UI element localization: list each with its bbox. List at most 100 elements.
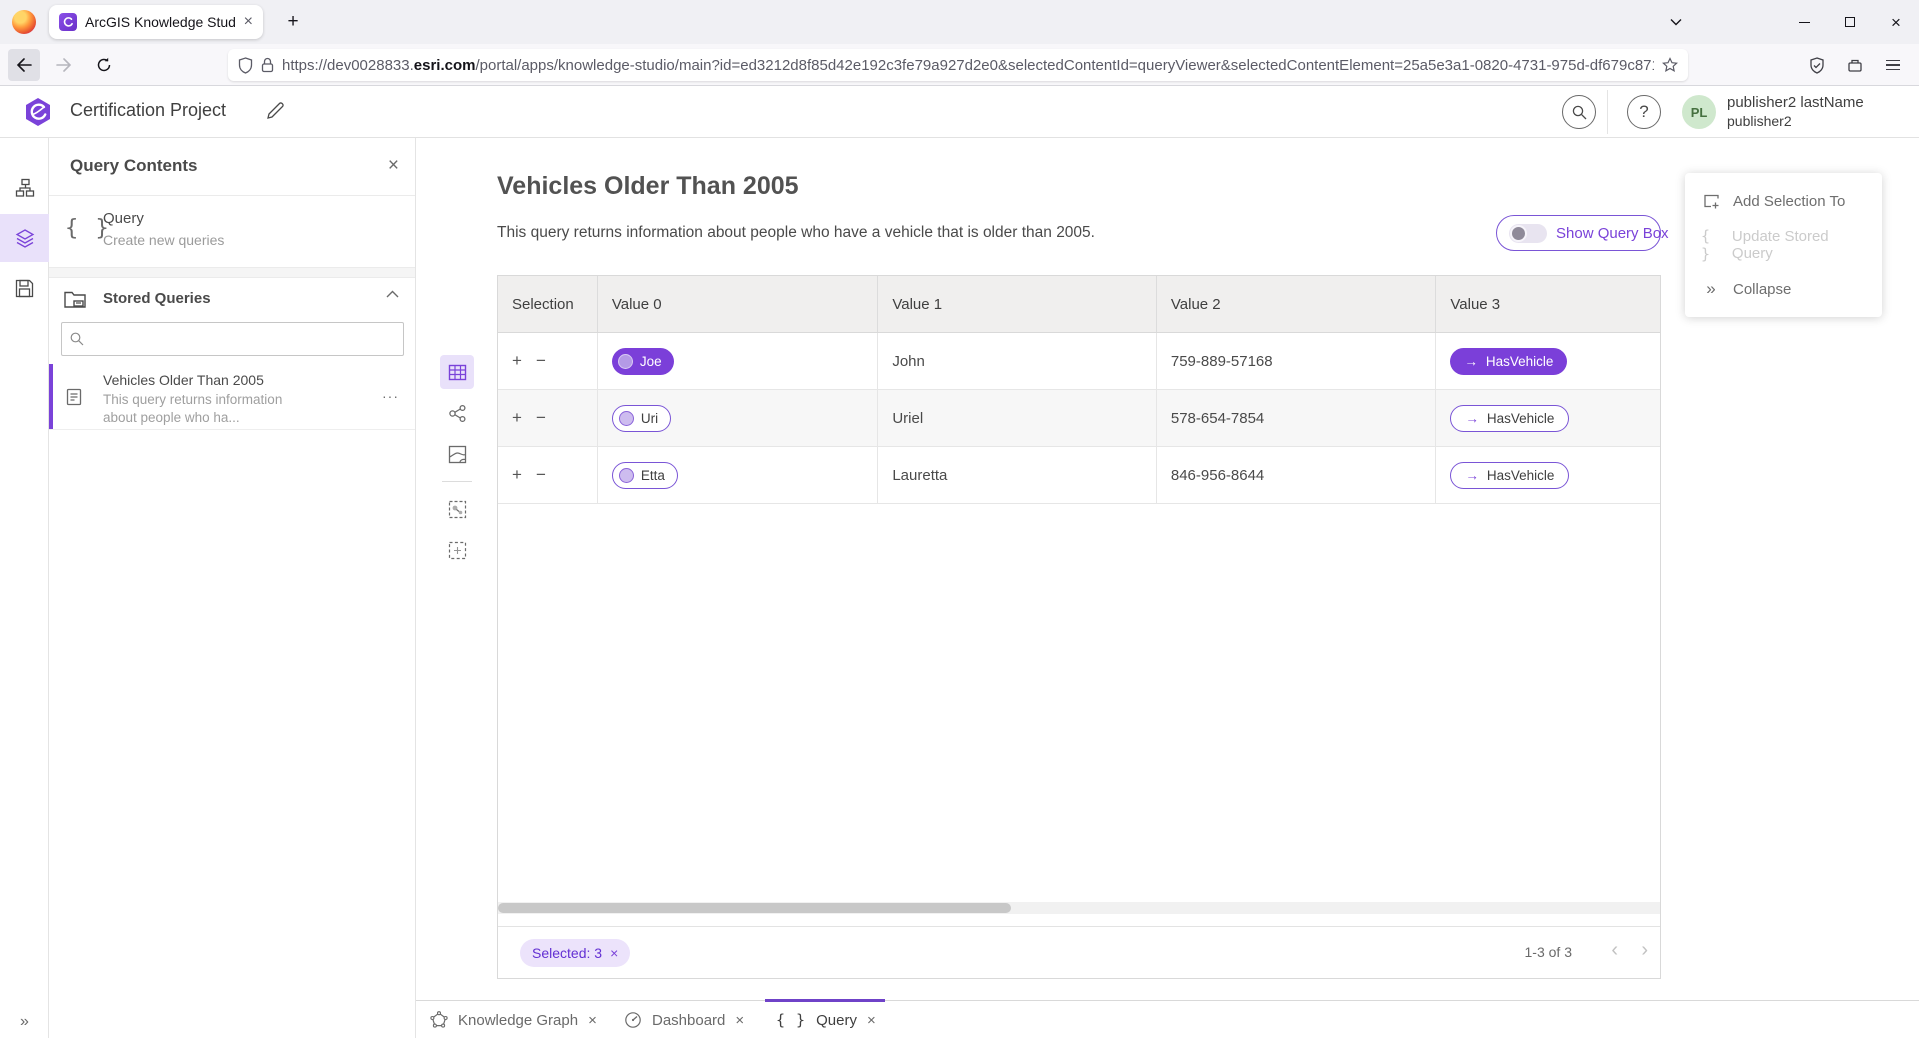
panel-collapse-chevrons[interactable]: » [0,1008,49,1036]
query-item-subtitle: Create new queries [103,232,224,248]
cell-value1[interactable]: Uriel [878,390,1157,446]
stored-query-item[interactable]: Vehicles Older Than 2005 This query retu… [49,364,415,430]
clear-selection-icon[interactable]: × [610,945,618,961]
browser-tab[interactable]: ArcGIS Knowledge Studio × [49,5,263,39]
tab-query[interactable]: { } Query × [776,1001,876,1039]
cell-value2[interactable]: 759-889-57168 [1157,333,1437,389]
chevron-up-icon[interactable] [386,290,399,298]
remove-from-selection-button[interactable]: − [536,465,546,485]
url-bar[interactable]: https://dev0028833.esri.com/portal/apps/… [228,49,1688,81]
menu-item-collapse[interactable]: » Collapse [1685,267,1882,311]
panel-close-icon[interactable]: × [388,155,399,177]
link-chart-view-icon[interactable] [440,396,474,430]
entity-pill[interactable]: Joe [612,348,674,375]
query-item-title: Query [103,210,144,227]
browser-titlebar: ArcGIS Knowledge Studio × + × [0,0,1919,44]
tab-close-icon[interactable]: × [588,1012,597,1029]
extensions-icon[interactable] [1839,49,1871,81]
reload-button[interactable] [88,49,120,81]
next-page-icon[interactable]: › [1641,939,1648,962]
account-shield-icon[interactable] [1801,49,1833,81]
tab-close-icon[interactable]: × [735,1012,744,1029]
stored-queries-title: Stored Queries [103,290,211,307]
toolbar-extensions [1801,49,1909,81]
selected-count-label: Selected: 3 [532,945,602,961]
save-rail-icon[interactable] [0,264,49,312]
new-tab-button[interactable]: + [279,8,307,36]
relationship-pill[interactable]: →HasVehicle [1450,348,1567,375]
list-all-tabs-icon[interactable] [1653,0,1699,44]
menu-item-update-stored-query[interactable]: { } Update Stored Query [1685,223,1882,267]
entity-dot-icon [618,354,633,369]
user-info[interactable]: publisher2 lastName publisher2 [1727,94,1864,130]
item-options-icon[interactable]: ··· [382,388,399,404]
tab-label: Knowledge Graph [458,1012,578,1029]
column-header-value0[interactable]: Value 0 [598,276,879,332]
add-to-selection-button[interactable]: + [512,408,522,428]
edit-title-icon[interactable] [266,101,285,120]
cell-value1[interactable]: Lauretta [878,447,1157,503]
stored-queries-search[interactable] [61,322,404,356]
column-header-value2[interactable]: Value 2 [1157,276,1437,332]
user-role: publisher2 [1727,113,1864,131]
relationship-pill[interactable]: →HasVehicle [1450,405,1569,432]
window-restore-button[interactable] [1827,0,1873,44]
table-header-row: Selection Value 0 Value 1 Value 2 Value … [498,276,1660,333]
cell-value1[interactable]: John [878,333,1157,389]
help-button[interactable]: ? [1627,95,1661,129]
column-header-selection[interactable]: Selection [498,276,598,332]
select-region-icon[interactable] [440,533,474,567]
stored-queries-header[interactable]: Stored Queries [49,278,415,322]
remove-from-selection-button[interactable]: − [536,351,546,371]
remove-from-selection-button[interactable]: − [536,408,546,428]
arcgis-favicon-icon [59,13,77,31]
firefox-icon[interactable] [12,10,36,34]
forward-button[interactable] [48,49,80,81]
layers-rail-icon[interactable] [0,214,49,262]
toolbar-divider [442,481,472,482]
query-result-title: Vehicles Older Than 2005 [497,172,799,201]
url-text[interactable]: https://dev0028833.esri.com/portal/apps/… [282,57,1654,74]
column-header-value1[interactable]: Value 1 [878,276,1157,332]
lock-icon[interactable] [261,57,274,73]
tab-close-icon[interactable]: × [867,1012,876,1029]
header-search-button[interactable] [1562,95,1596,129]
relationship-pill[interactable]: →HasVehicle [1450,462,1569,489]
bookmark-star-icon[interactable] [1662,57,1678,73]
table-row: +− Etta Lauretta 846-956-8644 →HasVehicl… [498,447,1660,504]
add-to-selection-button[interactable]: + [512,465,522,485]
user-avatar[interactable]: PL [1682,95,1716,129]
back-button[interactable] [8,49,40,81]
cell-value2[interactable]: 578-654-7854 [1157,390,1437,446]
project-structure-icon[interactable] [0,164,49,212]
column-header-value3[interactable]: Value 3 [1436,276,1660,332]
entity-pill[interactable]: Uri [612,405,671,432]
window-minimize-button[interactable] [1781,0,1827,44]
tab-close-icon[interactable]: × [244,14,253,30]
map-view-icon[interactable] [440,437,474,471]
graph-image-icon[interactable] [440,492,474,526]
query-contents-panel: Query Contents × { } Query Create new qu… [49,138,416,1038]
new-query-item[interactable]: { } Query Create new queries [49,196,415,268]
cell-value2[interactable]: 846-956-8644 [1157,447,1437,503]
add-to-selection-button[interactable]: + [512,351,522,371]
selected-count-chip[interactable]: Selected: 3 × [520,939,630,967]
project-title: Certification Project [70,100,226,121]
tab-label: Query [816,1012,857,1029]
menu-item-add-selection-to[interactable]: Add Selection To [1685,179,1882,223]
toggle-switch[interactable] [1509,224,1547,243]
tab-knowledge-graph[interactable]: Knowledge Graph × [430,1001,597,1039]
previous-page-icon[interactable]: ‹ [1611,939,1618,962]
tab-dashboard[interactable]: Dashboard × [624,1001,744,1039]
show-query-box-toggle[interactable]: Show Query Box [1496,215,1661,251]
horizontal-scrollbar[interactable] [498,902,1660,914]
tracking-shield-icon[interactable] [238,57,253,74]
entity-pill[interactable]: Etta [612,462,678,489]
bottom-tab-strip: Knowledge Graph × Dashboard × { } Query … [416,1000,1919,1038]
search-input[interactable] [92,331,395,347]
table-view-icon[interactable] [440,355,474,389]
window-close-button[interactable]: × [1873,0,1919,44]
menu-icon[interactable] [1877,49,1909,81]
scrollbar-thumb[interactable] [498,903,1011,913]
user-name: publisher2 lastName [1727,94,1864,113]
